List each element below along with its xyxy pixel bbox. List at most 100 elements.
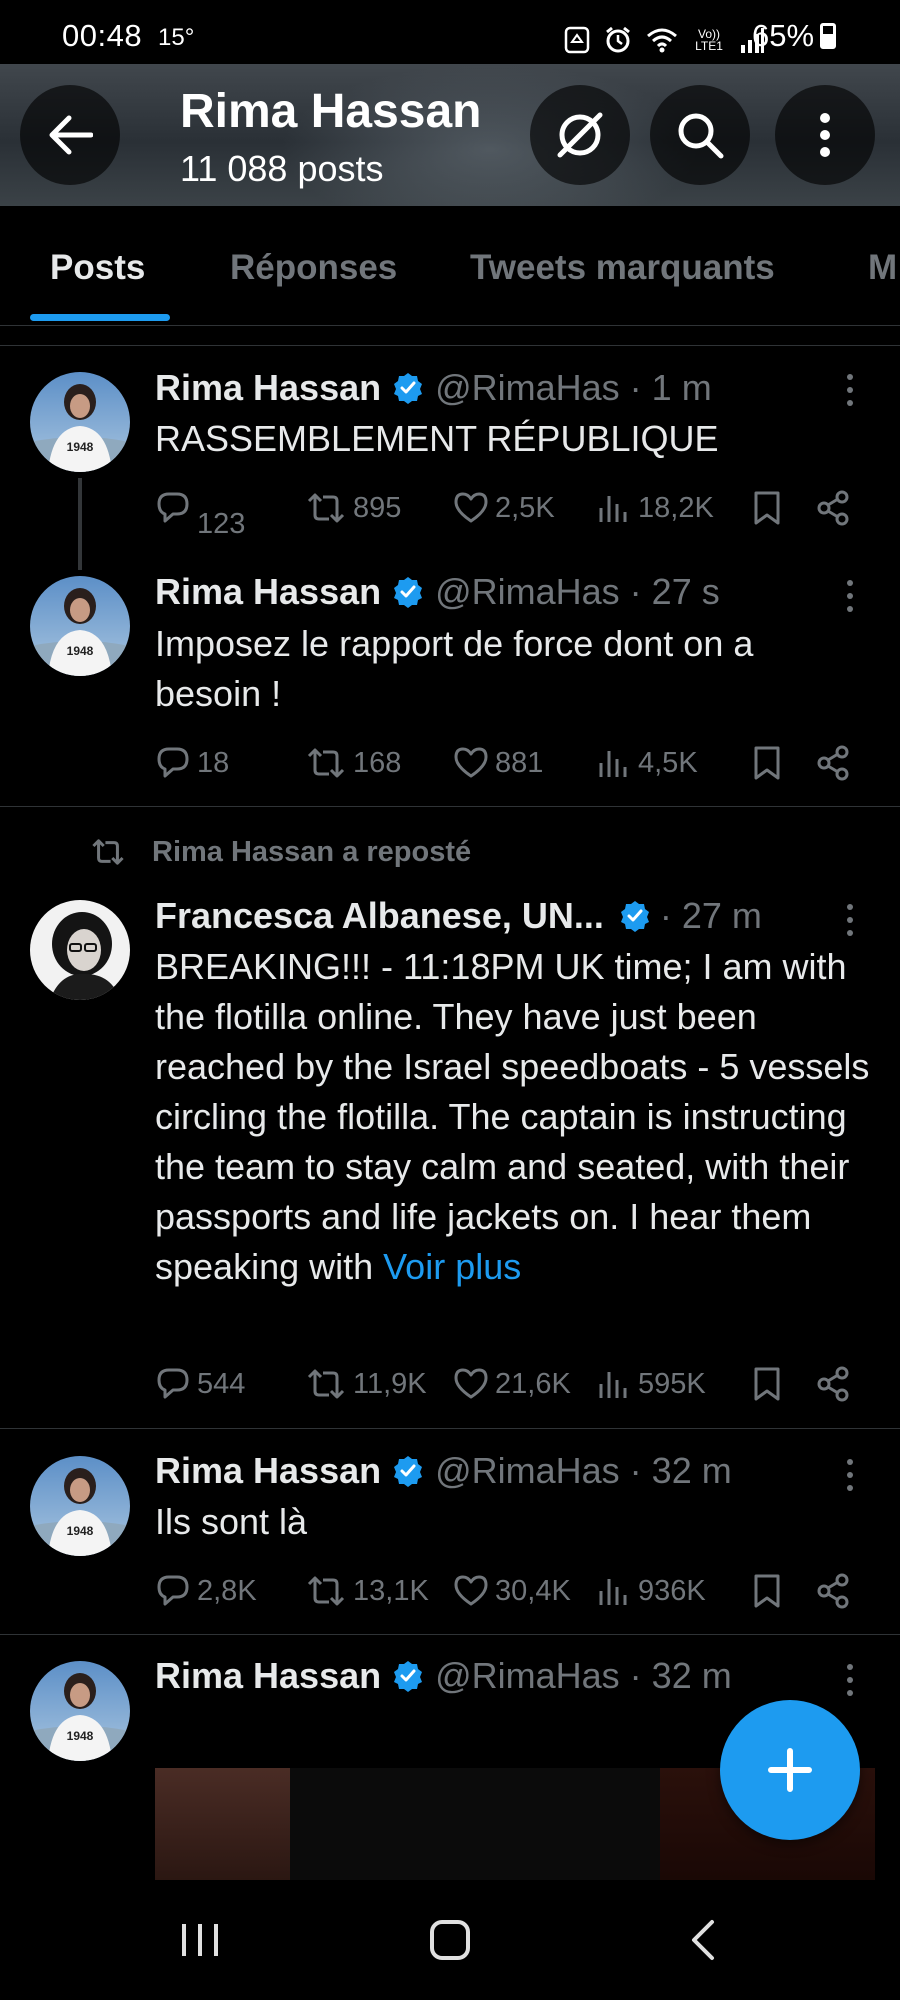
avatar[interactable]: 1948 <box>30 372 130 472</box>
more-options-button[interactable] <box>775 85 875 185</box>
tab-more[interactable]: M <box>868 248 897 288</box>
search-icon <box>678 113 724 159</box>
status-icons: Vo)) LTE1 <box>564 20 764 60</box>
recent-apps-icon <box>182 1924 218 1956</box>
author-handle[interactable]: · 27 m <box>660 895 762 937</box>
post-more-icon[interactable] <box>838 900 862 940</box>
avatar-image: 1948 <box>30 372 130 472</box>
grok-button[interactable] <box>530 85 630 185</box>
bookmark-button[interactable] <box>752 1359 782 1409</box>
share-icon <box>816 745 850 781</box>
tab-replies[interactable]: Réponses <box>230 248 397 288</box>
post-author-row: Francesca Albanese, UN... · 27 m <box>155 892 762 940</box>
post-text: Ils sont là <box>155 1501 308 1542</box>
share-icon <box>816 1366 850 1402</box>
avatar-image: 1948 <box>30 1456 130 1556</box>
profile-title: Rima Hassan <box>180 85 482 138</box>
avatar[interactable] <box>30 900 130 1000</box>
post-more-icon[interactable] <box>838 1455 862 1495</box>
repost-count: 895 <box>353 491 402 524</box>
author-name[interactable]: Francesca Albanese, UN... <box>155 895 604 937</box>
post-more-icon[interactable] <box>838 1660 862 1700</box>
tab-highlights[interactable]: Tweets marquants <box>470 248 775 288</box>
home-button[interactable] <box>390 1880 510 2000</box>
tab-posts[interactable]: Posts <box>50 248 145 288</box>
views-icon <box>598 492 632 524</box>
repost-context: Rima Hassan a reposté <box>90 832 471 872</box>
repost-count: 11,9K <box>353 1367 427 1400</box>
see-more-link[interactable]: Voir plus <box>383 1246 521 1287</box>
like-button[interactable]: 881 <box>453 738 543 788</box>
search-button[interactable] <box>650 85 750 185</box>
repost-button[interactable]: 895 <box>305 483 401 533</box>
avatar[interactable]: 1948 <box>30 1456 130 1556</box>
reply-button[interactable]: 2,8K <box>155 1566 257 1616</box>
profile-tabs: Posts Réponses Tweets marquants M <box>0 206 900 326</box>
share-button[interactable] <box>816 1566 850 1616</box>
share-button[interactable] <box>816 738 850 788</box>
post-more-icon[interactable] <box>838 576 862 616</box>
like-button[interactable]: 2,5K <box>453 483 555 533</box>
bookmark-icon <box>752 490 782 526</box>
views-button[interactable]: 4,5K <box>598 738 698 788</box>
author-name[interactable]: Rima Hassan <box>155 367 381 409</box>
author-handle[interactable]: @RimaHas · 32 m <box>435 1655 732 1697</box>
bookmark-button[interactable] <box>752 483 782 533</box>
back-button[interactable] <box>20 85 120 185</box>
author-name[interactable]: Rima Hassan <box>155 1655 381 1697</box>
share-button[interactable] <box>816 483 850 533</box>
post-more-icon[interactable] <box>838 370 862 410</box>
like-count: 21,6K <box>495 1367 571 1400</box>
repost-icon <box>305 491 347 525</box>
post-text: RASSEMBLEMENT RÉPUBLIQUE <box>155 418 719 459</box>
repost-count: 168 <box>353 746 402 779</box>
views-button[interactable]: 936K <box>598 1566 706 1616</box>
bookmark-button[interactable] <box>752 1566 782 1616</box>
avatar-image: 1948 <box>30 576 130 676</box>
post-actions: 18 168 881 4,5K <box>155 738 875 788</box>
reply-count: 123 <box>197 507 246 540</box>
avatar[interactable]: 1948 <box>30 1661 130 1761</box>
post-author-row: Rima Hassan @RimaHas · 32 m <box>155 1652 732 1700</box>
views-button[interactable]: 18,2K <box>598 483 714 533</box>
views-count: 4,5K <box>638 746 698 779</box>
like-button[interactable]: 30,4K <box>453 1566 571 1616</box>
author-handle[interactable]: @RimaHas · 32 m <box>435 1450 732 1492</box>
recent-apps-button[interactable] <box>140 1880 260 2000</box>
reply-button[interactable]: 18 <box>155 738 229 788</box>
avatar-image: 1948 <box>30 1661 130 1761</box>
repost-context-label[interactable]: Rima Hassan a reposté <box>152 836 471 869</box>
chevron-left-icon <box>692 1920 714 1960</box>
share-icon <box>816 490 850 526</box>
author-name[interactable]: Rima Hassan <box>155 571 381 613</box>
repost-button[interactable]: 13,1K <box>305 1566 429 1616</box>
battery-icon <box>820 23 837 49</box>
share-button[interactable] <box>816 1359 850 1409</box>
like-button[interactable]: 21,6K <box>453 1359 571 1409</box>
thread-line <box>78 478 82 570</box>
views-button[interactable]: 595K <box>598 1359 706 1409</box>
bookmark-button[interactable] <box>752 738 782 788</box>
compose-post-button[interactable] <box>720 1700 860 1840</box>
author-handle[interactable]: @RimaHas · 1 m <box>435 367 712 409</box>
alarm-icon <box>606 26 630 53</box>
posts-count: 11 088 posts <box>180 148 384 189</box>
back-nav-button[interactable] <box>643 1880 763 2000</box>
divider <box>0 345 900 346</box>
reply-icon <box>155 745 191 781</box>
home-icon <box>430 1920 470 1960</box>
repost-button[interactable]: 11,9K <box>305 1359 427 1409</box>
author-name[interactable]: Rima Hassan <box>155 1450 381 1492</box>
reply-button[interactable]: 544 <box>155 1359 245 1409</box>
repost-button[interactable]: 168 <box>305 738 401 788</box>
post-text: Imposez le rapport de force dont on a be… <box>155 623 754 714</box>
views-icon <box>598 1575 632 1607</box>
bookmark-icon <box>752 1573 782 1609</box>
system-navigation-bar <box>0 1880 900 2000</box>
author-handle[interactable]: @RimaHas · 27 s <box>435 571 720 613</box>
avatar[interactable]: 1948 <box>30 576 130 676</box>
views-icon <box>598 747 632 779</box>
repost-icon <box>305 1574 347 1608</box>
reply-button[interactable]: 123 <box>155 483 245 540</box>
repost-count: 13,1K <box>353 1574 429 1607</box>
